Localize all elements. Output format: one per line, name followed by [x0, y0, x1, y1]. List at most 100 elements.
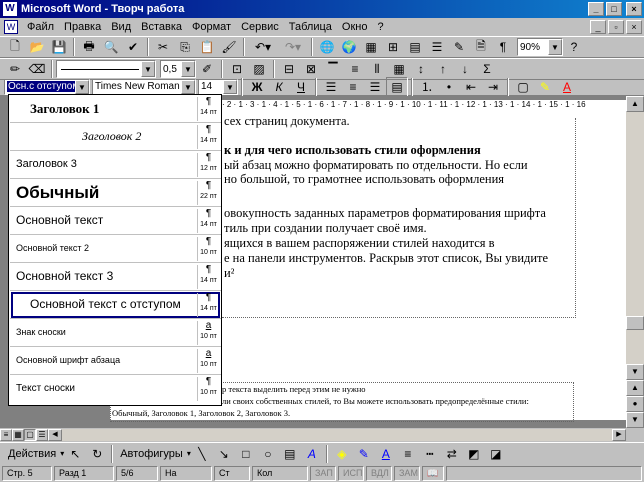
- style-combo[interactable]: Осн.с отступом ▼: [4, 78, 90, 95]
- scroll-up-icon[interactable]: ▲: [626, 96, 644, 112]
- arrow-style-icon[interactable]: ⇄: [441, 444, 463, 464]
- border-color-icon[interactable]: ✐: [196, 59, 218, 79]
- rectangle-icon[interactable]: □: [235, 444, 257, 464]
- scroll-track[interactable]: [62, 429, 612, 441]
- format-painter-icon[interactable]: 🖌: [218, 37, 240, 57]
- 3d-icon[interactable]: ◪: [485, 444, 507, 464]
- eraser-icon[interactable]: ⌫: [26, 59, 48, 79]
- browse-object-icon[interactable]: ●: [626, 396, 644, 412]
- oval-icon[interactable]: ○: [257, 444, 279, 464]
- outside-border-icon[interactable]: ▢: [512, 77, 534, 97]
- menu-format[interactable]: Формат: [187, 21, 236, 33]
- columns-icon[interactable]: ☰: [426, 37, 448, 57]
- doc-close-button[interactable]: ×: [626, 20, 642, 34]
- menu-file[interactable]: Файл: [22, 21, 59, 33]
- tables-borders-icon[interactable]: ▦: [360, 37, 382, 57]
- numbering-icon[interactable]: ⒈: [416, 77, 438, 97]
- spelling-status-icon[interactable]: 📖: [422, 465, 444, 481]
- autoshapes-menu[interactable]: Автофигуры: [116, 448, 187, 460]
- highlight-icon[interactable]: ✎: [534, 77, 556, 97]
- scroll-thumb[interactable]: [626, 316, 644, 330]
- style-item[interactable]: Основной шрифт абзаца a 10 пт: [10, 347, 221, 375]
- insert-excel-icon[interactable]: ▤: [404, 37, 426, 57]
- fill-color-icon[interactable]: ◈: [331, 444, 353, 464]
- style-item[interactable]: Основной текст ¶ 14 пт: [10, 207, 221, 235]
- chevron-down-icon[interactable]: ▼: [181, 61, 195, 77]
- decrease-indent-icon[interactable]: ⇤: [460, 77, 482, 97]
- page-layout-view-icon[interactable]: ▢: [24, 429, 36, 441]
- line-color-icon[interactable]: ✎: [353, 444, 375, 464]
- status-ext[interactable]: ВДЛ: [366, 465, 392, 481]
- document-map-icon[interactable]: 🗎: [470, 37, 492, 57]
- style-item[interactable]: Знак сноски a 10 пт: [10, 319, 221, 347]
- web-toolbar-icon[interactable]: 🌍: [338, 37, 360, 57]
- document-icon[interactable]: W: [4, 20, 18, 34]
- shadow-icon[interactable]: ◩: [463, 444, 485, 464]
- chevron-down-icon[interactable]: ▼: [548, 39, 562, 55]
- new-document-icon[interactable]: 🗋: [4, 37, 26, 57]
- style-dropdown-list[interactable]: Заголовок 1 ¶ 14 пт Заголовок 2 ¶ 14 пт За…: [8, 94, 222, 406]
- menu-view[interactable]: Вид: [106, 21, 136, 33]
- italic-button[interactable]: К: [268, 77, 290, 97]
- line-weight-combo[interactable]: 0,5 ▼: [160, 60, 196, 78]
- align-left-icon[interactable]: ☰: [320, 77, 342, 97]
- vertical-scrollbar[interactable]: ▲ ▼ ▲ ● ▼: [626, 96, 644, 428]
- menu-window[interactable]: Окно: [337, 21, 373, 33]
- font-size-combo[interactable]: 14 ▼: [198, 78, 238, 95]
- free-rotate-icon[interactable]: ↻: [86, 444, 108, 464]
- horizontal-scrollbar[interactable]: ≡ ▦ ▢ ☰ ◀ ▶: [0, 428, 626, 442]
- minimize-button[interactable]: _: [588, 2, 604, 16]
- office-assistant-icon[interactable]: ?: [563, 37, 585, 57]
- borders-icon[interactable]: ⊡: [226, 59, 248, 79]
- insert-table-icon[interactable]: ⊞: [382, 37, 404, 57]
- hyperlink-icon[interactable]: 🌐: [316, 37, 338, 57]
- wordart-icon[interactable]: A: [301, 444, 323, 464]
- arrow-icon[interactable]: ↘: [213, 444, 235, 464]
- close-button[interactable]: ×: [626, 2, 642, 16]
- scroll-right-icon[interactable]: ▶: [612, 429, 626, 441]
- underline-button[interactable]: Ч: [290, 77, 312, 97]
- chevron-down-icon[interactable]: ▼: [75, 79, 89, 94]
- copy-icon[interactable]: ⎘: [174, 37, 196, 57]
- style-item[interactable]: Основной текст 3 ¶ 14 пт: [10, 263, 221, 291]
- increase-indent-icon[interactable]: ⇥: [482, 77, 504, 97]
- menu-tools[interactable]: Сервис: [236, 21, 284, 33]
- scroll-left-icon[interactable]: ◀: [48, 429, 62, 441]
- pen-icon[interactable]: ✏: [4, 59, 26, 79]
- doc-restore-button[interactable]: ▫: [608, 20, 624, 34]
- style-item[interactable]: Заголовок 2 ¶ 14 пт: [10, 123, 221, 151]
- style-item[interactable]: Заголовок 3 ¶ 12 пт: [10, 151, 221, 179]
- chevron-down-icon[interactable]: ▼: [181, 79, 195, 94]
- menu-help[interactable]: ?: [372, 21, 388, 33]
- style-item[interactable]: Обычный ¶ 22 пт: [10, 179, 221, 207]
- status-trk[interactable]: ИСПР: [338, 465, 364, 481]
- status-ovr[interactable]: ЗАМ: [394, 465, 420, 481]
- next-page-icon[interactable]: ▼: [626, 412, 644, 428]
- cut-icon[interactable]: ✂: [152, 37, 174, 57]
- normal-view-icon[interactable]: ≡: [0, 429, 12, 441]
- undo-icon[interactable]: ↶▾: [248, 37, 278, 57]
- print-icon[interactable]: 🖶: [78, 37, 100, 57]
- text-box-icon[interactable]: ▤: [279, 444, 301, 464]
- line-style-icon[interactable]: ≡: [397, 444, 419, 464]
- bullets-icon[interactable]: •: [438, 77, 460, 97]
- actions-menu[interactable]: Действия: [4, 448, 60, 460]
- redo-icon[interactable]: ↷▾: [278, 37, 308, 57]
- print-preview-icon[interactable]: 🔍: [100, 37, 122, 57]
- word-app-icon[interactable]: W: [3, 2, 17, 16]
- align-center-icon[interactable]: ≡: [342, 77, 364, 97]
- select-objects-icon[interactable]: ↖: [64, 444, 86, 464]
- show-hide-icon[interactable]: ¶: [492, 37, 514, 57]
- doc-minimize-button[interactable]: _: [590, 20, 606, 34]
- align-right-icon[interactable]: ☰: [364, 77, 386, 97]
- chevron-down-icon[interactable]: ▼: [223, 79, 237, 94]
- line-icon[interactable]: ╲: [191, 444, 213, 464]
- line-style-combo[interactable]: ▼: [56, 60, 156, 78]
- zoom-combo[interactable]: 90% ▼: [517, 38, 563, 56]
- chevron-down-icon[interactable]: ▼: [141, 61, 155, 77]
- status-rec[interactable]: ЗАП: [310, 465, 336, 481]
- style-item[interactable]: Текст сноски ¶ 10 пт: [10, 375, 221, 403]
- font-color-icon[interactable]: A: [556, 77, 578, 97]
- spelling-icon[interactable]: ✔: [122, 37, 144, 57]
- justify-icon[interactable]: ▤: [386, 76, 408, 97]
